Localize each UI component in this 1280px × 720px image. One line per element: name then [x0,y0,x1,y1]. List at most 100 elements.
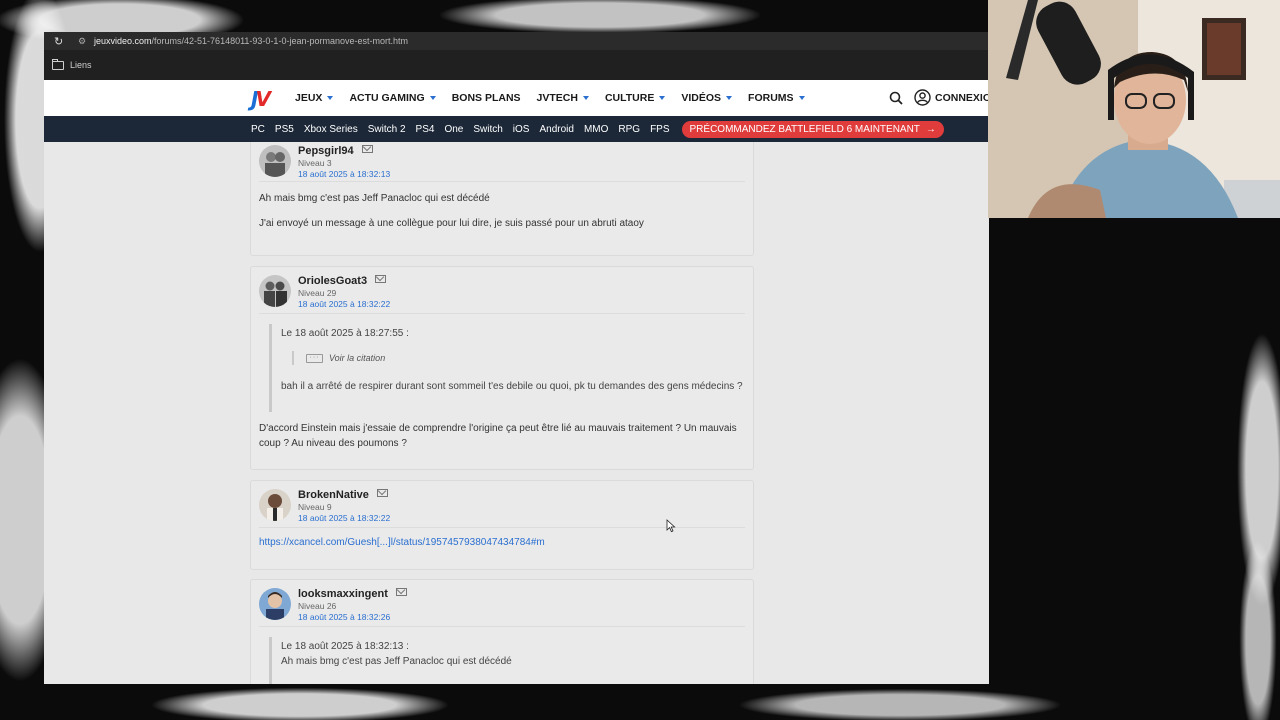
site-info-icon[interactable]: ⚙ [78,36,90,47]
url-domain: jeuxvideo.com [94,36,152,46]
menu-jeux[interactable]: JEUX [295,92,334,104]
nested-quote[interactable]: ··· Voir la citation [292,351,385,365]
mail-icon[interactable] [395,588,407,596]
forum-post: OriolesGoat3 Niveau 29 18 août 2025 à 18… [250,266,754,470]
author-name: Pepsgirl94 [298,145,354,157]
platform-one[interactable]: One [444,124,463,135]
post-header: Pepsgirl94 Niveau 3 18 août 2025 à 18:32… [251,142,753,181]
platform-fps[interactable]: FPS [650,124,669,135]
post-date[interactable]: 18 août 2025 à 18:32:22 [298,513,390,523]
forum-post: looksmaxxingent Niveau 26 18 août 2025 à… [250,579,754,684]
menu-label: JEUX [295,92,323,104]
post-message: J'ai envoyé un message à une collègue po… [259,218,644,229]
post-date[interactable]: 18 août 2025 à 18:32:22 [298,299,390,309]
post-link[interactable]: https://xcancel.com/Guesh[...]l/status/1… [259,535,741,550]
mouse-cursor-icon [666,519,676,533]
platform-xbox-series[interactable]: Xbox Series [304,124,358,135]
main-menu: JEUX ACTU GAMING BONS PLANS JVTECH CULTU… [295,80,821,116]
promo-button[interactable]: PRÉCOMMANDEZ BATTLEFIELD 6 MAINTENANT → [681,120,944,138]
quote-header: Le 18 août 2025 à 18:32:13 : [281,641,409,652]
url-path: /forums/42-51-76148011-93-0-1-0-jean-por… [151,36,408,46]
jv-logo[interactable]: JV [251,88,279,110]
menu-videos[interactable]: VIDÉOS [681,92,733,104]
avatar[interactable] [259,588,291,620]
author-level: Niveau 3 [298,158,332,168]
post-header: looksmaxxingent Niveau 26 18 août 2025 à… [251,580,753,624]
mail-icon[interactable] [375,275,387,283]
quote-text: Ah mais bmg c'est pas Jeff Panacloc qui … [281,656,512,667]
quote-header: Le 18 août 2025 à 18:27:55 : [281,328,409,339]
author-level: Niveau 29 [298,288,337,298]
menu-actu-gaming[interactable]: ACTU GAMING [349,92,436,104]
post-header: OriolesGoat3 Niveau 29 18 août 2025 à 18… [251,267,753,311]
forum-post: BrokenNative Niveau 9 18 août 2025 à 18:… [250,480,754,570]
folder-icon [52,58,64,70]
connexion-link[interactable]: CONNEXION [935,80,989,116]
menu-label: VIDÉOS [681,92,722,104]
forum-post: Pepsgirl94 Niveau 3 18 août 2025 à 18:32… [250,142,754,256]
quote-block: Le 18 août 2025 à 18:27:55 : ··· Voir la… [269,324,743,412]
search-icon[interactable] [889,91,903,105]
platform-ps5[interactable]: PS5 [275,124,294,135]
platform-rpg[interactable]: RPG [618,124,640,135]
author-level: Niveau 9 [298,502,332,512]
divider [259,313,745,314]
platform-ps4[interactable]: PS4 [416,124,435,135]
address-bar[interactable]: ↻ ⚙ jeuxvideo.com/forums/42-51-76148011-… [44,32,989,50]
chevron-down-icon [798,96,805,100]
avatar[interactable] [259,145,291,177]
arrow-right-icon: → [925,123,936,135]
platform-switch-2[interactable]: Switch 2 [368,124,406,135]
post-date[interactable]: 18 août 2025 à 18:32:13 [298,169,390,179]
site-header: JV JEUX ACTU GAMING BONS PLANS JVTECH CU… [44,80,989,116]
author-name: looksmaxxingent [298,588,388,600]
menu-forums[interactable]: FORUMS [748,92,805,104]
post-author[interactable]: looksmaxxingent [298,588,407,600]
menu-label: ACTU GAMING [349,92,425,104]
see-quote-label: Voir la citation [329,353,386,363]
platform-android[interactable]: Android [539,124,573,135]
url-text[interactable]: jeuxvideo.com/forums/42-51-76148011-93-0… [94,36,408,46]
reload-icon[interactable]: ↻ [54,35,68,48]
avatar[interactable] [259,489,291,521]
webcam-overlay [988,0,1280,218]
platform-switch[interactable]: Switch [473,124,502,135]
post-header: BrokenNative Niveau 9 18 août 2025 à 18:… [251,481,753,525]
browser-window: ↻ ⚙ jeuxvideo.com/forums/42-51-76148011-… [44,32,989,684]
post-author[interactable]: Pepsgirl94 [298,145,373,157]
menu-bons-plans[interactable]: BONS PLANS [452,92,521,104]
bookmark-folder-liens[interactable]: Liens [48,58,92,70]
chevron-down-icon [429,96,436,100]
menu-jvtech[interactable]: JVTECH [537,92,589,104]
bookmark-folder-label: Liens [70,60,92,70]
platform-ios[interactable]: iOS [513,124,530,135]
user-icon[interactable] [914,89,931,106]
more-dots-icon: ··· [306,353,323,363]
menu-label: FORUMS [748,92,794,104]
menu-label: JVTECH [536,92,578,104]
divider [259,181,745,182]
divider [259,626,745,627]
post-date[interactable]: 18 août 2025 à 18:32:26 [298,612,390,622]
post-message: coup ? Au niveau des poumons ? [259,438,407,449]
menu-label: CULTURE [604,92,655,104]
avatar[interactable] [259,275,291,307]
platform-pc[interactable]: PC [251,124,265,135]
post-author[interactable]: BrokenNative [298,489,388,501]
post-author[interactable]: OriolesGoat3 [298,275,387,287]
quote-block: Le 18 août 2025 à 18:32:13 : Ah mais bmg… [269,637,741,684]
author-name: OriolesGoat3 [298,275,368,287]
menu-culture[interactable]: CULTURE [604,92,666,104]
chevron-down-icon [726,96,733,100]
bookmarks-bar: Liens [44,50,989,80]
platform-mmo[interactable]: MMO [584,124,608,135]
chevron-down-icon [327,96,334,100]
forum-content: Pepsgirl94 Niveau 3 18 août 2025 à 18:32… [44,142,989,684]
mail-icon[interactable] [361,145,373,153]
post-message: Ah mais bmg c'est pas Jeff Panacloc qui … [259,193,490,204]
post-message: D'accord Einstein mais j'essaie de compr… [259,423,737,434]
menu-label: BONS PLANS [451,92,521,104]
streamer-video [988,0,1280,218]
mail-icon[interactable] [376,489,388,497]
author-name: BrokenNative [298,489,369,501]
